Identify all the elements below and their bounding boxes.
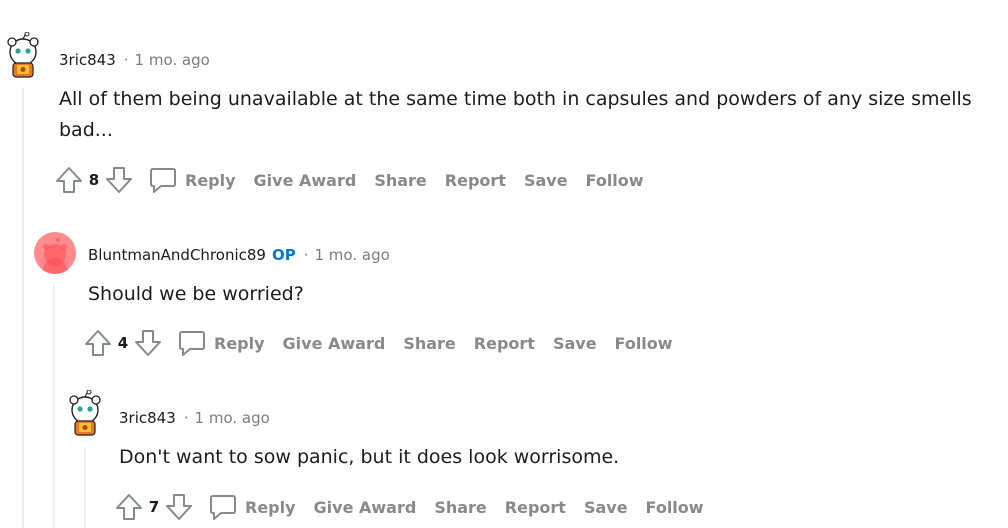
share-button[interactable]: Share [434,498,486,517]
comment-body: Don't want to sow panic, but it does loo… [119,446,620,468]
give-award-button[interactable]: Give Award [283,334,386,353]
save-button[interactable]: Save [524,171,568,190]
action-bar: 8 Reply Give Award Share Report Save Fol… [54,162,644,198]
reply-button[interactable]: Reply [177,328,265,358]
save-button[interactable]: Save [553,334,597,353]
comment-bubble-icon [179,331,205,356]
avatar[interactable] [2,31,46,78]
follow-button[interactable]: Follow [586,171,644,190]
action-bar: 4 Reply Give Award Share Report Save Fol… [83,325,673,361]
comment-header: BluntmanAndChronic89 OP · 1 mo. ago [88,245,390,265]
upvote-button[interactable] [83,327,113,359]
give-award-button[interactable]: Give Award [254,171,357,190]
author-link[interactable]: BluntmanAndChronic89 [88,246,266,264]
give-award-button[interactable]: Give Award [314,498,417,517]
avatar[interactable] [64,389,108,436]
downvote-icon [135,330,161,356]
snoo-avatar-icon [7,31,39,78]
report-button[interactable]: Report [505,498,566,517]
vote-count: 7 [148,498,160,516]
upvote-icon [116,494,142,520]
comment-body: Should we be worried? [88,283,304,305]
save-button[interactable]: Save [584,498,628,517]
share-button[interactable]: Share [403,334,455,353]
comment-header: 3ric843 · 1 mo. ago [119,408,270,428]
comment-bubble-icon [150,168,176,193]
comment-bubble-icon [210,495,236,520]
reply-button[interactable]: Reply [208,492,296,522]
separator-dot: · [303,246,309,264]
comment-header: 3ric843 · 1 mo. ago [59,50,210,70]
reply-label: Reply [214,333,265,353]
share-button[interactable]: Share [374,171,426,190]
follow-button[interactable]: Follow [646,498,704,517]
upvote-button[interactable] [54,164,84,196]
action-bar: 7 Reply Give Award Share Report Save Fol… [114,489,704,525]
snoo-avatar-icon [69,389,101,436]
timestamp[interactable]: 1 mo. ago [195,409,270,427]
comment-body: All of them being unavailable at the sam… [59,88,972,141]
downvote-icon [106,167,132,193]
reply-label: Reply [245,497,296,517]
separator-dot: · [183,409,189,427]
downvote-button[interactable] [164,491,194,523]
reply-label: Reply [185,170,236,190]
upvote-icon [85,330,111,356]
timestamp[interactable]: 1 mo. ago [315,246,390,264]
snoo-avatar-icon [43,238,67,274]
follow-button[interactable]: Follow [615,334,673,353]
separator-dot: · [123,51,129,69]
vote-count: 4 [117,334,129,352]
report-button[interactable]: Report [445,171,506,190]
thread-line[interactable] [22,88,24,528]
timestamp[interactable]: 1 mo. ago [135,51,210,69]
report-button[interactable]: Report [474,334,535,353]
op-badge: OP [271,246,296,264]
avatar[interactable] [34,232,76,274]
upvote-icon [56,167,82,193]
author-link[interactable]: 3ric843 [119,409,176,427]
vote-count: 8 [88,171,100,189]
downvote-button[interactable] [104,164,134,196]
downvote-button[interactable] [133,327,163,359]
reply-button[interactable]: Reply [148,165,236,195]
author-link[interactable]: 3ric843 [59,51,116,69]
thread-line[interactable] [53,285,55,528]
downvote-icon [166,494,192,520]
upvote-button[interactable] [114,491,144,523]
thread-line[interactable] [84,448,86,528]
